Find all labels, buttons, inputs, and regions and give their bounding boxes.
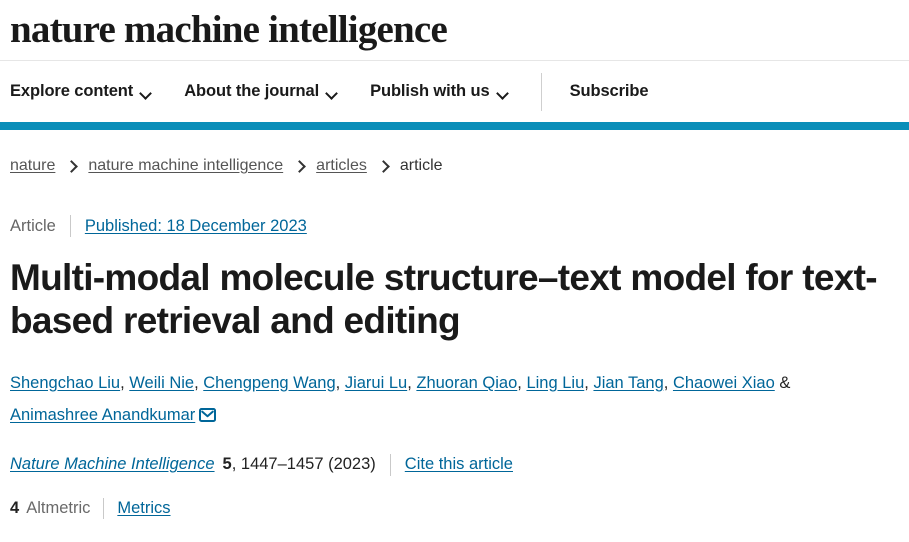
nav-item-publish-with-us[interactable]: Publish with us (370, 82, 508, 101)
altmetric-label: Altmetric (26, 498, 91, 517)
cite-this-article-link[interactable]: Cite this article (405, 455, 513, 474)
volume-number: 5 (222, 455, 232, 474)
chevron-down-icon (497, 89, 508, 96)
metrics-row: 4 Altmetric Metrics (10, 497, 899, 519)
breadcrumb-item-journal[interactable]: nature machine intelligence (88, 157, 283, 175)
breadcrumb-item-current: article (399, 157, 443, 174)
accent-bar (0, 122, 909, 130)
chevron-down-icon (326, 89, 337, 96)
author-link[interactable]: Chaowei Xiao (673, 374, 775, 392)
author-link[interactable]: Ling Liu (526, 374, 584, 392)
kicker-divider (69, 215, 71, 237)
author-sep: , (663, 373, 673, 392)
page-title: Multi-modal molecule structure–text mode… (10, 257, 878, 341)
nav-label-explore-content: Explore content (10, 82, 134, 100)
article-kicker: Article Published: 18 December 2023 (10, 215, 899, 237)
journal-title[interactable]: nature machine intelligence (10, 10, 448, 50)
breadcrumb: nature nature machine intelligence artic… (10, 157, 899, 175)
published-date-link[interactable]: Published: 18 December 2023 (85, 217, 307, 236)
author-sep: , (120, 373, 130, 392)
nav-item-about-the-journal[interactable]: About the journal (184, 82, 337, 101)
breadcrumb-item-nature[interactable]: nature (10, 157, 55, 175)
author-link[interactable]: Shengchao Liu (10, 374, 120, 392)
author-list: Shengchao Liu, Weili Nie, Chengpeng Wang… (10, 367, 899, 433)
chevron-right-icon (67, 162, 76, 171)
author-link[interactable]: Chengpeng Wang (203, 374, 335, 392)
nav-label-about-the-journal: About the journal (184, 82, 320, 100)
chevron-right-icon (379, 162, 388, 171)
envelope-icon[interactable] (199, 401, 217, 433)
corresponding-author-link[interactable]: Animashree Anandkumar (10, 406, 195, 424)
main-navigation: Explore content About the journal Publis… (0, 61, 909, 122)
nav-item-explore-content[interactable]: Explore content (10, 82, 151, 101)
chevron-down-icon (140, 89, 151, 96)
author-link[interactable]: Zhuoran Qiao (416, 374, 517, 392)
citation-line: Nature Machine Intelligence 5 , 1447–145… (10, 453, 899, 476)
breadcrumb-item-articles[interactable]: articles (316, 157, 367, 175)
author-sep: , (194, 373, 204, 392)
nav-divider (540, 72, 542, 111)
journal-link[interactable]: Nature Machine Intelligence (10, 455, 215, 474)
author-link[interactable]: Jian Tang (593, 374, 663, 392)
author-sep: , (335, 373, 345, 392)
metrics-link[interactable]: Metrics (117, 499, 170, 518)
article-page: nature machine intelligence Explore cont… (0, 0, 909, 542)
nav-item-subscribe[interactable]: Subscribe (570, 82, 649, 101)
nav-label-subscribe: Subscribe (569, 82, 649, 100)
page-range: , 1447–1457 (2023) (231, 455, 376, 474)
article-header-content: nature nature machine intelligence artic… (0, 157, 909, 519)
article-type-label: Article (10, 216, 56, 235)
author-link[interactable]: Weili Nie (129, 374, 194, 392)
nav-label-publish-with-us: Publish with us (370, 82, 490, 100)
chevron-right-icon (295, 162, 304, 171)
author-conjunction: & (779, 373, 791, 392)
journal-masthead: nature machine intelligence (0, 0, 909, 61)
author-link[interactable]: Jiarui Lu (345, 374, 407, 392)
citation-divider (389, 453, 391, 476)
author-sep: , (407, 373, 417, 392)
metrics-divider (103, 497, 105, 519)
altmetric-count: 4 (10, 498, 20, 517)
